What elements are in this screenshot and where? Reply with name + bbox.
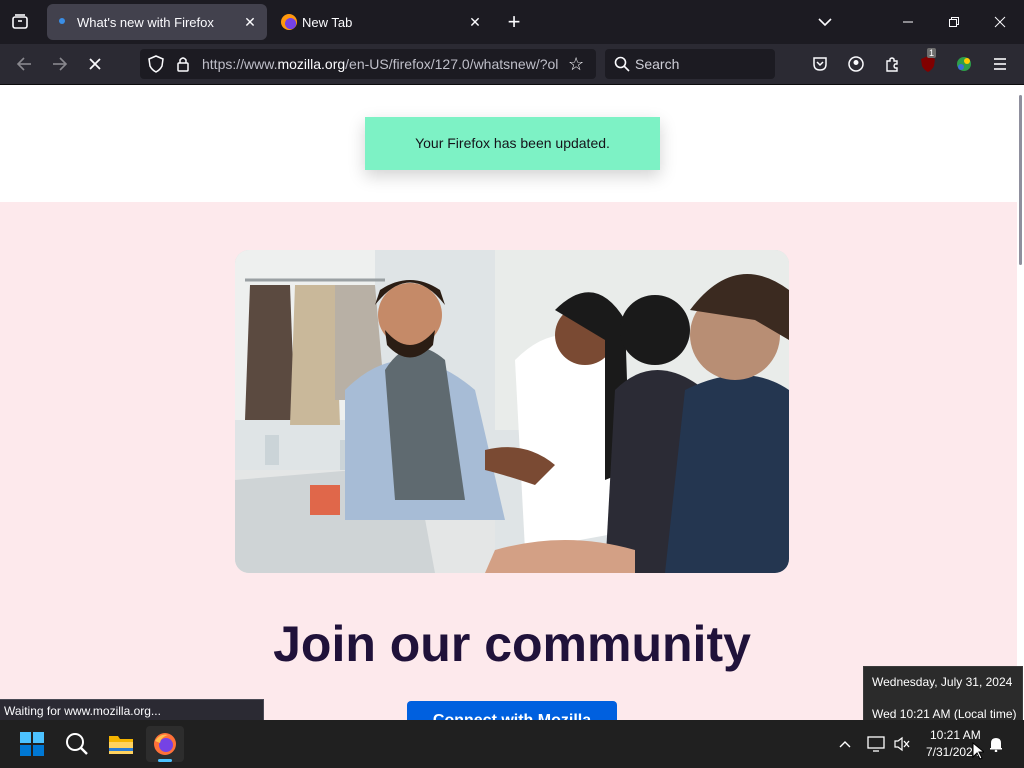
firefox-view-icon[interactable] xyxy=(6,8,34,36)
search-bar[interactable]: Search xyxy=(605,49,775,79)
stop-loading-icon[interactable] xyxy=(81,50,109,78)
navigation-toolbar: https://www.mozilla.org/en-US/firefox/12… xyxy=(0,44,1024,85)
pocket-icon[interactable] xyxy=(806,50,834,78)
extension-badge: 1 xyxy=(927,48,937,58)
hamburger-menu-icon[interactable] xyxy=(986,50,1014,78)
tab-title: New Tab xyxy=(302,15,353,30)
clock-tooltip: Wednesday, July 31, 2024 Wed 10:21 AM (L… xyxy=(863,666,1023,728)
close-tab-icon[interactable]: ✕ xyxy=(241,13,259,31)
display-icon[interactable] xyxy=(862,730,890,758)
new-tab-plus-icon[interactable]: + xyxy=(500,8,528,36)
tab-whats-new[interactable]: What's new with Firefox ✕ xyxy=(47,4,267,40)
ublock-extension-icon[interactable]: 1 xyxy=(914,48,942,78)
loading-icon xyxy=(59,18,65,24)
community-photo xyxy=(235,250,789,573)
tab-title: What's new with Firefox xyxy=(77,15,214,30)
status-panel: Waiting for www.mozilla.org... xyxy=(0,699,264,721)
search-placeholder: Search xyxy=(635,56,680,72)
update-notice: Your Firefox has been updated. xyxy=(365,117,660,170)
windows-start-icon[interactable] xyxy=(18,730,46,758)
lock-icon[interactable] xyxy=(176,55,190,78)
firefox-taskbar-icon[interactable] xyxy=(146,726,184,762)
connect-with-mozilla-button[interactable]: Connect with Mozilla xyxy=(407,701,617,720)
active-app-indicator xyxy=(158,759,172,762)
page-content: Your Firefox has been updated. Join our … xyxy=(0,85,1017,720)
speaker-muted-icon[interactable] xyxy=(888,730,916,758)
taskbar: 10:21 AM 7/31/2024 xyxy=(0,720,1024,768)
search-icon xyxy=(614,56,630,77)
scrollbar-thumb[interactable] xyxy=(1019,95,1022,265)
tooltip-local-time: Wed 10:21 AM (Local time) xyxy=(872,707,1017,721)
tab-new-tab[interactable]: New Tab ✕ xyxy=(272,4,492,40)
search-icon[interactable] xyxy=(63,730,91,758)
minimize-icon[interactable] xyxy=(894,8,922,36)
file-explorer-icon[interactable] xyxy=(107,730,135,758)
back-arrow-icon[interactable] xyxy=(10,50,38,78)
notification-bell-icon[interactable] xyxy=(982,730,1010,758)
bookmark-star-icon[interactable]: ☆ xyxy=(568,54,584,75)
extensions-puzzle-icon[interactable] xyxy=(878,50,906,78)
join-community-heading: Join our community xyxy=(273,616,751,672)
close-tab-icon[interactable]: ✕ xyxy=(466,13,484,31)
show-hidden-icons-chevron-icon[interactable] xyxy=(831,730,859,758)
color-extension-icon[interactable] xyxy=(950,50,978,78)
url-text: https://www.mozilla.org/en-US/firefox/12… xyxy=(202,56,559,72)
page-scrollbar[interactable] xyxy=(1017,85,1024,720)
close-window-icon[interactable] xyxy=(986,8,1014,36)
tab-bar: What's new with Firefox ✕ New Tab ✕ + xyxy=(0,0,1024,44)
address-bar[interactable]: https://www.mozilla.org/en-US/firefox/12… xyxy=(140,49,596,79)
restore-icon[interactable] xyxy=(940,8,968,36)
account-icon[interactable] xyxy=(842,50,870,78)
clock-time[interactable]: 10:21 AM xyxy=(930,728,981,742)
firefox-logo-icon xyxy=(281,14,297,30)
tooltip-date: Wednesday, July 31, 2024 xyxy=(872,675,1013,689)
mouse-cursor-icon xyxy=(972,741,986,765)
tracking-shield-icon[interactable] xyxy=(148,55,164,78)
list-tabs-chevron-icon[interactable] xyxy=(811,8,839,36)
forward-arrow-icon[interactable] xyxy=(46,50,74,78)
